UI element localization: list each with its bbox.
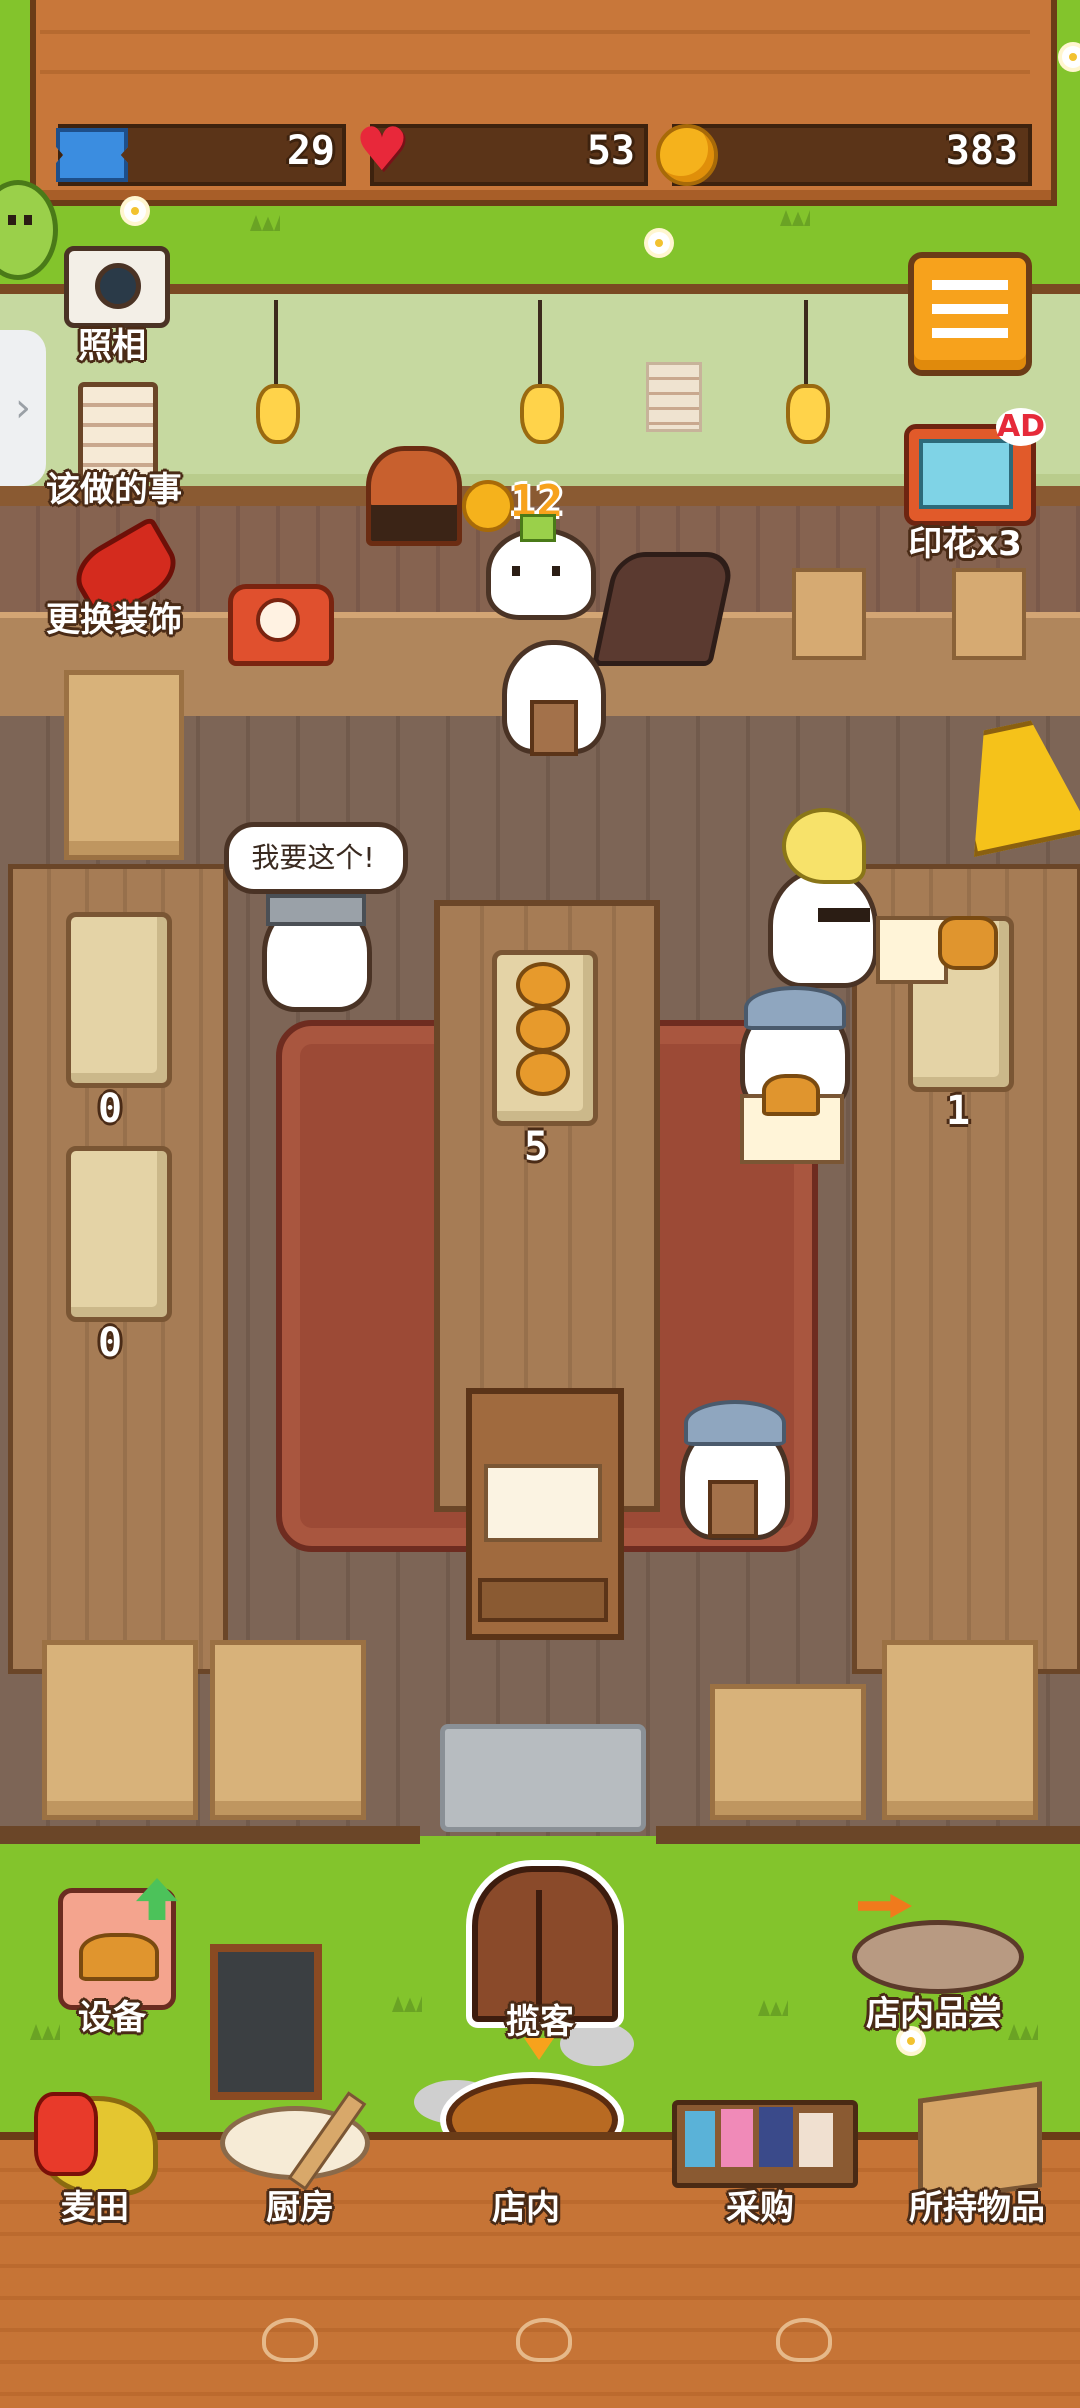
bread-loaf-icon [762, 1074, 820, 1116]
bread-roll-icon [516, 1006, 570, 1052]
char-eye [512, 566, 520, 576]
todo-label[interactable]: 该做的事 [40, 462, 188, 511]
shop-building [685, 2111, 715, 2167]
cake-icon [484, 1464, 602, 1542]
camera-button[interactable] [64, 246, 170, 328]
beret-icon [684, 1400, 786, 1446]
mascot-eye [24, 215, 32, 225]
nav-wheat-field[interactable]: 麦田 [40, 2180, 150, 2229]
shelf-count-right: 1 [946, 1088, 971, 1134]
tv-screen-icon [919, 439, 1013, 509]
customer-character[interactable] [768, 868, 878, 988]
nav-dot-icon [262, 2318, 318, 2362]
bread-loaf-icon [938, 916, 998, 970]
coin-icon [656, 124, 718, 186]
decor-label[interactable]: 更换装饰 [40, 592, 188, 641]
wall-notice-icon [646, 362, 702, 432]
nav-inventory[interactable]: 所持物品 [902, 2180, 1052, 2229]
bread-shelf-left-bottom[interactable] [66, 1146, 172, 1322]
wood-grain [40, 30, 1030, 34]
menu-line [932, 304, 1008, 314]
customer-hat [266, 894, 366, 926]
char-eye [552, 566, 560, 576]
shop-building [799, 2113, 833, 2167]
camera-lens-icon [95, 263, 141, 309]
heart-count: 53 [586, 128, 635, 174]
lamp-wire [274, 300, 278, 396]
shop-building [759, 2107, 793, 2167]
cardboard-box-stack [210, 1640, 366, 1820]
shelf-count-left-bottom: 0 [98, 1320, 123, 1366]
grass-tuft [780, 210, 810, 226]
ceiling-lamp-icon [786, 384, 830, 444]
main-menu-button[interactable] [908, 252, 1032, 376]
wood-grain [40, 70, 1030, 74]
ticket-icon [56, 128, 128, 182]
nav-kitchen[interactable]: 厨房 [240, 2180, 360, 2229]
cabinet-doors [478, 1578, 608, 1622]
door-split [536, 1890, 542, 2010]
ticket-count: 29 [286, 128, 335, 174]
speech-bubble-text: 我要这个! [251, 841, 375, 874]
grass-tuft [250, 215, 280, 231]
lamp-wire [804, 300, 808, 396]
purchase-shops-icon[interactable] [672, 2100, 858, 2188]
beret-icon [744, 986, 846, 1030]
side-expand-tab[interactable]: › [0, 330, 46, 486]
counter-box [952, 568, 1026, 660]
nav-store[interactable]: 店内 [466, 2180, 586, 2229]
shelf-count-center: 5 [524, 1124, 549, 1170]
entrance-doormat [440, 1724, 646, 1832]
camera-label: 照相 [78, 326, 146, 366]
bread-bag-icon [530, 700, 578, 756]
counter-box [792, 568, 866, 660]
ceiling-lamp-icon [256, 384, 300, 444]
cake-display-cabinet[interactable] [466, 1388, 624, 1640]
bread-oven-icon[interactable] [366, 446, 462, 546]
bird-icon [782, 808, 866, 884]
flower-decoration [1062, 46, 1080, 68]
nav-dot-icon [776, 2318, 832, 2362]
flower-decoration [124, 200, 146, 222]
shop-building [721, 2109, 753, 2167]
cardboard-box-stack [882, 1640, 1038, 1820]
tasting-table-icon[interactable] [852, 1920, 1024, 1994]
coin-popup-icon[interactable] [462, 480, 514, 532]
nav-purchase[interactable]: 采购 [700, 2180, 820, 2229]
shelf-count-left-top: 0 [98, 1086, 123, 1132]
bread-shelf-left-top[interactable] [66, 912, 172, 1088]
ceiling-lamp-icon [520, 384, 564, 444]
coin-count: 383 [945, 128, 1018, 174]
ad-badge: AD [996, 408, 1046, 446]
phone-dial [256, 598, 300, 642]
lamp-wire [538, 300, 542, 396]
cardboard-box-stack [64, 670, 184, 860]
sunglasses-icon [818, 908, 870, 922]
seed-bag-icon [34, 2092, 98, 2176]
ad-reward-label[interactable]: 印花x3 [890, 516, 1040, 565]
menu-chalkboard-icon[interactable] [210, 1944, 322, 2100]
mascot-eye [8, 215, 16, 225]
bread-bag-icon [708, 1480, 758, 1538]
shop-front-wall [656, 1826, 1080, 1844]
heart-icon: ♥ [355, 115, 409, 185]
menu-line [932, 280, 1008, 290]
invite-label[interactable]: 揽客 [490, 1994, 590, 2043]
bread-basket-icon [79, 1933, 159, 1981]
equipment-label[interactable]: 设备 [64, 1990, 160, 2039]
flower-decoration [648, 232, 670, 254]
nav-dot-icon [516, 2318, 572, 2362]
bread-roll-icon [516, 962, 570, 1008]
bread-roll-icon [516, 1050, 570, 1096]
tasting-label[interactable]: 店内品尝 [852, 1986, 1016, 2035]
menu-line [932, 328, 1008, 338]
cardboard-box-stack [42, 1640, 198, 1820]
shop-front-wall [0, 1826, 420, 1844]
cardboard-box-stack [710, 1684, 866, 1820]
chef-hat-icon [520, 514, 556, 542]
